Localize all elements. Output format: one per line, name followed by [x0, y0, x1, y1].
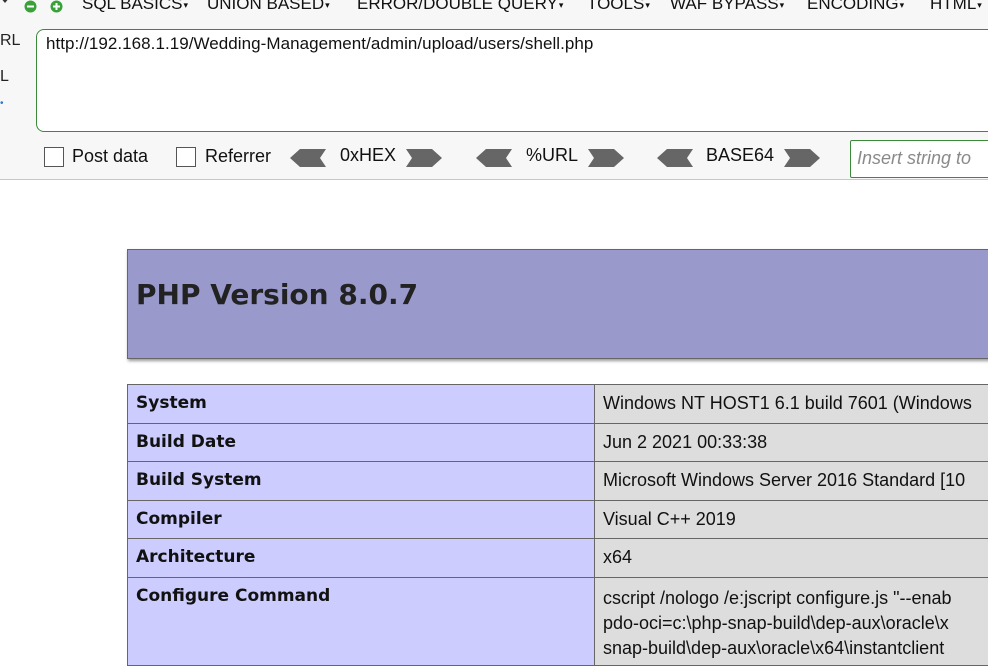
- side-marker-icon: •: [0, 98, 4, 109]
- base64-encoder-label: BASE64: [706, 145, 774, 166]
- side-label-split-url[interactable]: L: [0, 68, 9, 86]
- minus-circle-icon[interactable]: [24, 0, 37, 13]
- caret-down-icon: ▾: [325, 0, 330, 11]
- base64-encode-arrow-icon[interactable]: [784, 149, 820, 172]
- table-row: Architecture x64: [128, 539, 988, 578]
- menu-tools[interactable]: TOOLS▾: [587, 0, 650, 14]
- caret-down-icon: ▾: [183, 0, 188, 11]
- row-key: System: [128, 385, 595, 424]
- hackbar-menu: SQL BASICS▾ UNION BASED▾ ERROR/DOUBLE QU…: [0, 0, 988, 20]
- row-key: Build Date: [128, 423, 595, 462]
- row-key: Build System: [128, 462, 595, 501]
- base64-decode-arrow-icon[interactable]: [657, 149, 693, 172]
- row-key: Compiler: [128, 500, 595, 539]
- table-row: System Windows NT HOST1 6.1 build 7601 (…: [128, 385, 988, 424]
- caret-down-icon: ▾: [900, 0, 905, 11]
- caret-down-icon: ▾: [780, 0, 785, 11]
- table-row: Build Date Jun 2 2021 00:33:38: [128, 423, 988, 462]
- configure-line: cscript /nologo /e:jscript configure.js …: [603, 586, 988, 611]
- referrer-label[interactable]: Referrer: [205, 146, 271, 167]
- configure-line: pdo-oci=c:\php-snap-build\dep-aux\oracle…: [603, 611, 988, 636]
- insert-string-input[interactable]: [851, 141, 988, 175]
- hackbar-toolbar: RL L • SQL BASICS▾ UNION BASED▾ ERROR/DO…: [0, 0, 988, 180]
- menu-error-double-query[interactable]: ERROR/DOUBLE QUERY▾: [357, 0, 563, 14]
- menu-waf-bypass[interactable]: WAF BYPASS▾: [670, 0, 784, 14]
- post-data-label[interactable]: Post data: [72, 146, 148, 167]
- php-version-title: PHP Version 8.0.7: [136, 278, 418, 311]
- menu-sql-basics[interactable]: SQL BASICS▾: [82, 0, 188, 14]
- hex-encoder-label: 0xHEX: [340, 145, 396, 166]
- row-key: Architecture: [128, 539, 595, 578]
- url-encode-arrow-icon[interactable]: [588, 149, 624, 172]
- insert-string-field[interactable]: [850, 140, 988, 178]
- phpinfo-header: PHP Version 8.0.7: [127, 249, 988, 359]
- menu-encoding[interactable]: ENCODING▾: [807, 0, 904, 14]
- phpinfo-table: System Windows NT HOST1 6.1 build 7601 (…: [127, 384, 988, 666]
- row-value: Visual C++ 2019: [595, 500, 988, 539]
- row-key: Configure Command: [128, 577, 595, 665]
- plus-circle-icon[interactable]: [50, 0, 63, 13]
- url-encoder-label: %URL: [526, 145, 578, 166]
- url-decode-arrow-icon[interactable]: [476, 149, 512, 172]
- table-row: Build System Microsoft Windows Server 20…: [128, 462, 988, 501]
- referrer-checkbox[interactable]: [176, 147, 196, 167]
- url-textarea[interactable]: http://192.168.1.19/Wedding-Management/a…: [36, 29, 988, 132]
- options-row: Post data Referrer 0xHEX %URL BASE64: [0, 140, 988, 176]
- row-value: cscript /nologo /e:jscript configure.js …: [595, 577, 988, 665]
- menu-html[interactable]: HTML▾: [930, 0, 982, 14]
- row-value: Microsoft Windows Server 2016 Standard […: [595, 462, 988, 501]
- table-row: Compiler Visual C++ 2019: [128, 500, 988, 539]
- caret-down-icon: ▾: [977, 0, 982, 11]
- hex-encode-arrow-icon[interactable]: [406, 149, 442, 172]
- url-value[interactable]: http://192.168.1.19/Wedding-Management/a…: [46, 34, 593, 54]
- row-value: Windows NT HOST1 6.1 build 7601 (Windows: [595, 385, 988, 424]
- table-row: Configure Command cscript /nologo /e:jsc…: [128, 577, 988, 665]
- row-value: Jun 2 2021 00:33:38: [595, 423, 988, 462]
- row-value: x64: [595, 539, 988, 578]
- configure-line: snap-build\dep-aux\oracle\x64\instantcli…: [603, 636, 988, 661]
- caret-down-icon: ▾: [559, 0, 564, 11]
- post-data-checkbox[interactable]: [44, 147, 64, 167]
- menu-union-based[interactable]: UNION BASED▾: [207, 0, 330, 14]
- caret-down-icon: ▾: [645, 0, 650, 11]
- side-label-load-url[interactable]: RL: [0, 32, 20, 50]
- hex-decode-arrow-icon[interactable]: [290, 149, 326, 172]
